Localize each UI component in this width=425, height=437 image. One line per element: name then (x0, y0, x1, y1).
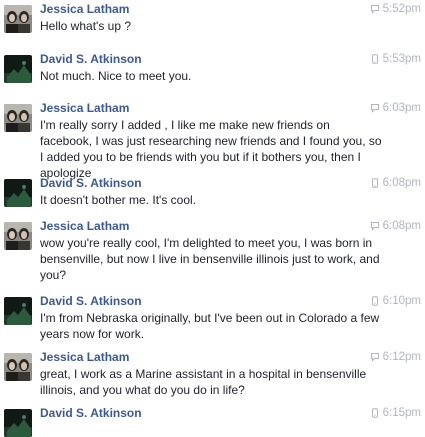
mobile-phone-icon (370, 178, 380, 188)
sender-name[interactable]: David S. Atkinson (40, 52, 142, 66)
timestamp: 6:10pm (370, 294, 421, 308)
message-item: David S. Atkinson 6:15pm (0, 406, 425, 421)
sender-name[interactable]: David S. Atkinson (40, 176, 142, 190)
avatar[interactable] (4, 55, 32, 83)
message-text: I'm from Nebraska originally, but I've b… (40, 311, 380, 341)
sender-name[interactable]: David S. Atkinson (40, 406, 142, 420)
timestamp: 5:53pm (370, 52, 421, 66)
avatar[interactable] (4, 179, 32, 207)
timestamp: 6:08pm (370, 219, 421, 233)
chat-bubble-icon (370, 352, 380, 362)
timestamp-text: 6:15pm (382, 407, 421, 419)
avatar[interactable] (4, 353, 32, 381)
timestamp-text: 6:08pm (382, 177, 421, 189)
message-item: David S. Atkinson 6:10pm I'm from Nebras… (0, 294, 425, 344)
timestamp: 6:15pm (370, 406, 421, 420)
message-text: Not much. Nice to meet you. (40, 69, 192, 83)
timestamp: 6:03pm (370, 101, 421, 115)
message-text: great, I work as a Marine assistant in a… (40, 367, 367, 397)
message-item: Jessica Latham 6:08pm wow you're really … (0, 219, 425, 285)
message-text: Hello what's up ? (40, 19, 132, 33)
mobile-phone-icon (370, 408, 380, 418)
timestamp: 5:52pm (370, 2, 421, 16)
timestamp-text: 5:52pm (382, 3, 421, 15)
avatar[interactable] (4, 5, 32, 33)
timestamp-text: 6:03pm (382, 102, 421, 114)
mobile-phone-icon (370, 296, 380, 306)
message-item: Jessica Latham 6:12pm great, I work as a… (0, 350, 425, 400)
message-item: David S. Atkinson 5:53pm Not much. Nice … (0, 52, 425, 92)
message-text: I'm really sorry I added , I like me mak… (40, 118, 382, 180)
message-item: Jessica Latham 5:52pm Hello what's up ? (0, 2, 425, 42)
timestamp-text: 6:08pm (382, 220, 421, 232)
timestamp: 6:08pm (370, 176, 421, 190)
timestamp-text: 6:12pm (382, 351, 421, 363)
message-text: It doesn't bother me. It's cool. (40, 193, 196, 207)
message-item: Jessica Latham 6:03pm I'm really sorry I… (0, 101, 425, 180)
sender-name[interactable]: Jessica Latham (40, 219, 129, 233)
chat-bubble-icon (370, 103, 380, 113)
chat-bubble-icon (370, 221, 380, 231)
avatar[interactable] (4, 222, 32, 250)
timestamp-text: 5:53pm (382, 53, 421, 65)
timestamp: 6:12pm (370, 350, 421, 364)
avatar[interactable] (4, 297, 32, 325)
avatar[interactable] (4, 104, 32, 132)
sender-name[interactable]: Jessica Latham (40, 350, 129, 364)
avatar[interactable] (4, 409, 32, 437)
chat-bubble-icon (370, 4, 380, 14)
message-item: David S. Atkinson 6:08pm It doesn't both… (0, 176, 425, 216)
timestamp-text: 6:10pm (382, 295, 421, 307)
sender-name[interactable]: Jessica Latham (40, 101, 129, 115)
sender-name[interactable]: Jessica Latham (40, 2, 129, 16)
message-text: wow you're really cool, I'm delighted to… (40, 236, 380, 282)
sender-name[interactable]: David S. Atkinson (40, 294, 142, 308)
mobile-phone-icon (370, 54, 380, 64)
